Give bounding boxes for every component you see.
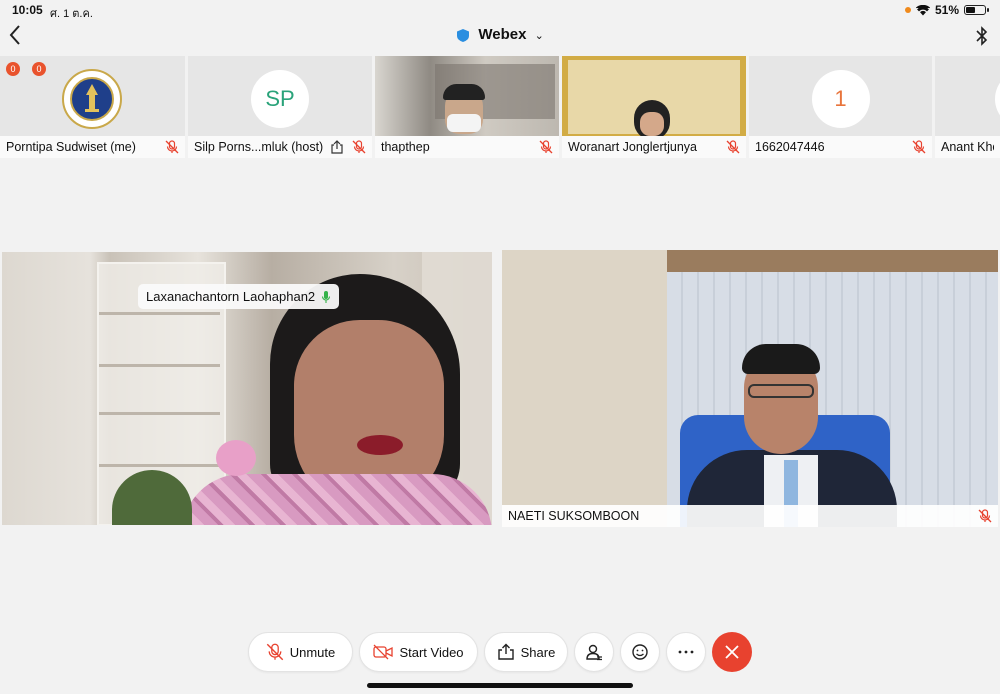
mic-muted-icon bbox=[726, 140, 740, 154]
person-face bbox=[640, 112, 664, 136]
wifi-icon bbox=[915, 4, 930, 15]
flowers bbox=[216, 440, 256, 476]
participant-name-bar: Silp Porns...mluk (host) bbox=[188, 136, 372, 158]
recording-dot-icon bbox=[904, 7, 911, 13]
participant-tile[interactable]: 0 0 Porntipa Sudwiset (me) bbox=[0, 56, 185, 158]
mic-muted-icon bbox=[978, 509, 992, 523]
chevron-down-icon: ⌄ bbox=[534, 29, 544, 42]
participants-button[interactable] bbox=[574, 632, 614, 672]
person-shirt bbox=[182, 474, 492, 525]
participant-video bbox=[562, 56, 746, 140]
active-speaker-name: Laxanachantorn Laohaphan2 bbox=[146, 289, 316, 304]
background-wall bbox=[502, 250, 672, 527]
nav-bar: Webex ⌄ bbox=[0, 20, 1000, 52]
cabinet-shelf bbox=[99, 364, 220, 367]
start-video-label: Start Video bbox=[399, 644, 464, 660]
participant-name-bar: Porntipa Sudwiset (me) bbox=[0, 136, 185, 158]
meeting-controls: Unmute Start Video Share bbox=[0, 632, 1000, 674]
close-icon bbox=[725, 645, 739, 659]
share-label: Share bbox=[520, 644, 556, 660]
video-off-icon bbox=[373, 644, 394, 660]
participant-name: 1662047446 bbox=[755, 140, 825, 154]
mic-muted-icon bbox=[266, 643, 283, 661]
university-logo bbox=[62, 69, 122, 129]
participant-tile[interactable]: thapthep bbox=[375, 56, 559, 158]
avatar: SP bbox=[251, 70, 309, 128]
participant-name: NAETI SUKSOMBOON bbox=[508, 509, 640, 523]
participant-name: Porntipa Sudwiset (me) bbox=[6, 140, 136, 154]
unmute-button[interactable]: Unmute bbox=[248, 632, 353, 672]
active-speaker-label: Laxanachantorn Laohaphan2 bbox=[138, 284, 340, 309]
meeting-title[interactable]: Webex ⌄ bbox=[0, 26, 1000, 43]
participant-video bbox=[375, 56, 559, 136]
share-icon bbox=[497, 643, 514, 660]
bluetooth-icon[interactable] bbox=[974, 25, 990, 47]
cabinet-shelf bbox=[99, 312, 220, 315]
participant-strip[interactable]: 0 0 Porntipa Sudwiset (me) SP Silp Porns… bbox=[0, 56, 1000, 158]
meeting-title-text: Webex bbox=[478, 26, 527, 43]
avatar: 1 bbox=[811, 70, 870, 128]
participant-name-bar: thapthep bbox=[375, 136, 559, 158]
notification-badge[interactable]: 0 bbox=[6, 62, 20, 76]
participant-name-bar: NAETI SUKSOMBOON bbox=[502, 505, 998, 527]
sharing-icon bbox=[331, 140, 343, 154]
battery-icon bbox=[964, 5, 989, 15]
cabinet-shelf bbox=[99, 412, 220, 415]
participant-tile[interactable]: Anant Khos bbox=[935, 56, 1000, 158]
share-button[interactable]: Share bbox=[484, 632, 568, 672]
participant-name: Anant Khos bbox=[941, 140, 994, 154]
person-lips bbox=[357, 435, 403, 455]
mic-active-icon bbox=[322, 290, 331, 303]
more-button[interactable] bbox=[666, 632, 706, 672]
face-mask bbox=[447, 114, 481, 132]
person-hair bbox=[443, 84, 485, 100]
ceiling-trim bbox=[667, 250, 998, 272]
participant-name: thapthep bbox=[381, 140, 430, 154]
emoji-icon bbox=[632, 644, 648, 660]
glasses bbox=[748, 384, 814, 398]
status-right: 51% bbox=[904, 3, 989, 17]
reactions-button[interactable] bbox=[620, 632, 660, 672]
mic-muted-icon bbox=[539, 140, 553, 154]
home-indicator[interactable] bbox=[367, 683, 633, 688]
main-video-right[interactable]: NAETI SUKSOMBOON bbox=[502, 250, 998, 527]
participant-name: Woranart Jonglertjunya bbox=[568, 140, 698, 154]
notification-badge[interactable]: 0 bbox=[32, 62, 46, 76]
participant-name-bar: Anant Khos bbox=[935, 136, 1000, 158]
cabinet-shelf bbox=[99, 464, 220, 467]
battery-percent: 51% bbox=[934, 3, 959, 17]
person-hair bbox=[742, 344, 820, 374]
more-icon bbox=[678, 650, 694, 654]
mic-muted-icon bbox=[352, 140, 366, 154]
mic-muted-icon bbox=[912, 140, 926, 154]
participant-name: Silp Porns...mluk (host) bbox=[194, 140, 324, 154]
participant-tile[interactable]: SP Silp Porns...mluk (host) bbox=[188, 56, 372, 158]
participants-icon bbox=[586, 644, 602, 661]
avatar bbox=[995, 70, 1000, 128]
status-bar: 10:05 ศ. 1 ต.ค. 51% bbox=[0, 0, 1000, 20]
mic-muted-icon bbox=[165, 140, 179, 154]
shield-icon bbox=[457, 28, 470, 42]
leave-meeting-button[interactable] bbox=[712, 632, 752, 672]
participant-name-bar: 1662047446 bbox=[749, 136, 932, 158]
start-video-button[interactable]: Start Video bbox=[359, 632, 478, 672]
unmute-label: Unmute bbox=[289, 644, 336, 660]
participant-tile[interactable]: 1 1662047446 bbox=[749, 56, 932, 158]
status-time: 10:05 bbox=[12, 3, 43, 17]
participant-tile[interactable]: Woranart Jonglertjunya bbox=[562, 56, 746, 158]
participant-name-bar: Woranart Jonglertjunya bbox=[562, 136, 746, 158]
